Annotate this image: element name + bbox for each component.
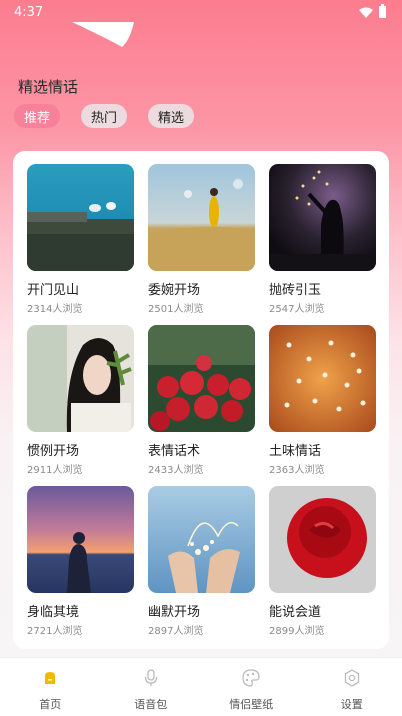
nav-label: 首页 xyxy=(39,698,62,711)
topic-views: 2363人浏览 xyxy=(269,465,325,476)
topic-title: 土味情话 xyxy=(269,444,322,459)
topic-views: 2899人浏览 xyxy=(269,626,325,637)
topic-item[interactable]: 惯例开场 2911人浏览 xyxy=(27,325,134,476)
status-time: 4:37 xyxy=(14,4,44,20)
topic-item[interactable]: 幽默开场 2897人浏览 xyxy=(148,486,255,637)
bottom-nav: 首页 语音包 情侣壁纸 设置 xyxy=(0,657,402,716)
status-bar: 4:37 xyxy=(0,0,402,24)
topic-image-red-rose xyxy=(269,486,376,593)
nav-home[interactable]: 首页 xyxy=(0,658,100,712)
tab-recommended[interactable]: 推荐 xyxy=(14,104,61,128)
nav-voice-pack[interactable]: 语音包 xyxy=(101,658,201,712)
topic-item[interactable]: 抛砖引玉 2547人浏览 xyxy=(269,164,376,315)
filter-tabs: 推荐 热门 精选 xyxy=(14,104,195,128)
topic-title: 抛砖引玉 xyxy=(269,283,322,298)
topic-views: 2501人浏览 xyxy=(148,304,204,315)
topic-item[interactable]: 表情话术 2433人浏览 xyxy=(148,325,255,476)
topic-grid: 开门见山 2314人浏览 委婉开场 2501人浏览 抛砖引玉 2547人浏览 惯… xyxy=(27,164,376,637)
topic-views: 2721人浏览 xyxy=(27,626,83,637)
topic-title: 开门见山 xyxy=(27,283,80,298)
topic-image-girl-field xyxy=(148,164,255,271)
nav-couple-wallpaper[interactable]: 情侣壁纸 xyxy=(201,658,301,712)
content-card: 开门见山 2314人浏览 委婉开场 2501人浏览 抛砖引玉 2547人浏览 惯… xyxy=(13,151,389,649)
topic-views: 2897人浏览 xyxy=(148,626,204,637)
nav-label: 语音包 xyxy=(134,698,168,711)
battery-icon xyxy=(379,4,386,18)
topic-image-hands-lights xyxy=(148,486,255,593)
topic-item[interactable]: 开门见山 2314人浏览 xyxy=(27,164,134,315)
home-icon xyxy=(40,668,60,688)
topic-title: 惯例开场 xyxy=(27,444,80,459)
nav-label: 设置 xyxy=(340,698,363,711)
topic-item[interactable]: 能说会道 2899人浏览 xyxy=(269,486,376,637)
topic-item[interactable]: 身临其境 2721人浏览 xyxy=(27,486,134,637)
settings-icon xyxy=(342,668,362,688)
topic-title: 身临其境 xyxy=(27,605,80,620)
topic-image-seagulls xyxy=(27,164,134,271)
wifi-icon xyxy=(359,7,373,18)
tab-popular[interactable]: 热门 xyxy=(81,104,128,128)
topic-image-orange-flowers xyxy=(269,325,376,432)
topic-title: 幽默开场 xyxy=(148,605,201,620)
topic-image-sunset xyxy=(27,486,134,593)
topic-views: 2547人浏览 xyxy=(269,304,325,315)
section-title: 精选情话 xyxy=(18,78,79,96)
topic-title: 能说会道 xyxy=(269,605,322,620)
topic-views: 2314人浏览 xyxy=(27,304,83,315)
tab-featured[interactable]: 精选 xyxy=(148,104,195,128)
topic-item[interactable]: 土味情话 2363人浏览 xyxy=(269,325,376,476)
topic-views: 2911人浏览 xyxy=(27,465,83,476)
status-icons xyxy=(359,4,386,18)
topic-image-silhouette xyxy=(269,164,376,271)
topic-image-girl-leaves xyxy=(27,325,134,432)
topic-title: 表情话术 xyxy=(148,444,201,459)
microphone-icon xyxy=(141,668,161,688)
topic-image-roses xyxy=(148,325,255,432)
topic-title: 委婉开场 xyxy=(148,283,201,298)
topic-item[interactable]: 委婉开场 2501人浏览 xyxy=(148,164,255,315)
decorative-shape xyxy=(72,22,134,47)
nav-label: 情侣壁纸 xyxy=(229,698,274,711)
palette-icon xyxy=(241,668,261,688)
nav-settings[interactable]: 设置 xyxy=(302,658,402,712)
topic-views: 2433人浏览 xyxy=(148,465,204,476)
